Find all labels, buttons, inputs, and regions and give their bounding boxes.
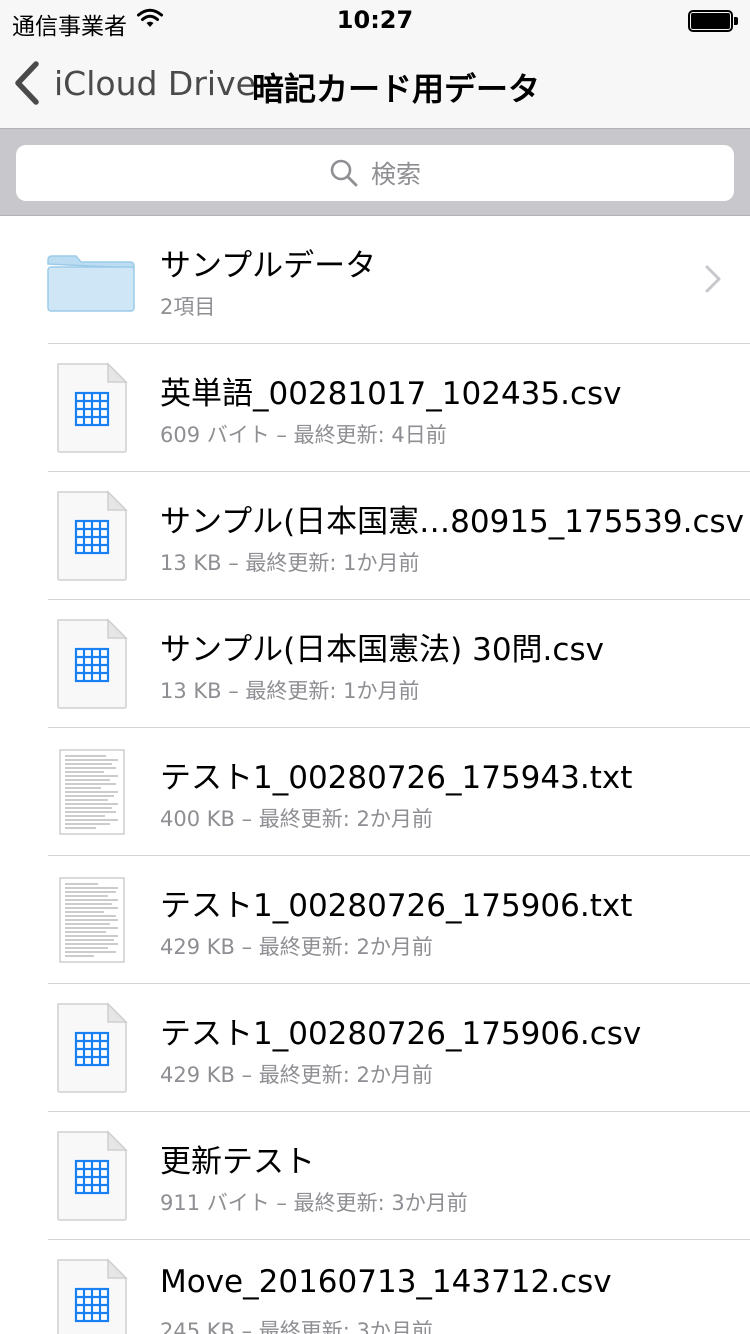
item-meta: 609 バイト – 最終更新: 4日前	[160, 423, 447, 447]
item-meta: 911 バイト – 最終更新: 3か月前	[160, 1191, 468, 1215]
item-meta: 429 KB – 最終更新: 2か月前	[160, 1063, 433, 1087]
page-title: 暗記カード用データ	[252, 70, 541, 108]
list-item-file[interactable]: サンプル(日本国憲法) 30問.csv 13 KB – 最終更新: 1か月前	[0, 600, 750, 728]
list-item-file[interactable]: 更新テスト 911 バイト – 最終更新: 3か月前	[0, 1112, 750, 1240]
item-meta: 400 KB – 最終更新: 2か月前	[160, 807, 433, 831]
spreadsheet-file-icon	[57, 618, 128, 709]
item-meta: 245 KB – 最終更新: 3か月前	[160, 1319, 433, 1334]
search-input[interactable]: 検索	[16, 145, 734, 201]
status-bar: 通信事業者 10:27	[0, 0, 750, 40]
item-name: テスト1_00280726_175906.csv	[160, 1016, 642, 1052]
spreadsheet-file-icon	[57, 362, 128, 453]
text-file-thumbnail-icon	[59, 877, 125, 963]
text-file-thumbnail-icon	[59, 749, 125, 835]
file-list: サンプルデータ 2項目 英単語_00281017_102435.csv 609 …	[0, 216, 750, 1334]
item-meta: 13 KB – 最終更新: 1か月前	[160, 679, 420, 703]
back-label: iCloud Drive	[54, 63, 256, 103]
list-item-file[interactable]: テスト1_00280726_175906.txt 429 KB – 最終更新: …	[0, 856, 750, 984]
item-meta: 13 KB – 最終更新: 1か月前	[160, 551, 420, 575]
search-bar: 検索	[0, 128, 750, 216]
list-item-folder[interactable]: サンプルデータ 2項目	[0, 216, 750, 344]
screen: 通信事業者 10:27 iCloud Drive 暗記カード用データ 検索 サン…	[0, 0, 750, 1334]
item-meta: 429 KB – 最終更新: 2か月前	[160, 935, 433, 959]
item-name: テスト1_00280726_175906.txt	[160, 888, 633, 924]
spreadsheet-file-icon	[57, 1258, 128, 1334]
battery-icon	[688, 10, 738, 32]
search-placeholder: 検索	[370, 160, 421, 189]
status-time: 10:27	[336, 6, 414, 34]
item-name: サンプル(日本国憲法) 30問.csv	[160, 632, 604, 668]
spreadsheet-file-icon	[57, 490, 128, 581]
search-icon	[330, 159, 358, 187]
chevron-right-icon	[705, 265, 721, 293]
list-item-file[interactable]: テスト1_00280726_175906.csv 429 KB – 最終更新: …	[0, 984, 750, 1112]
item-name: Move_20160713_143712.csv	[160, 1264, 612, 1300]
item-meta: 2項目	[160, 295, 216, 319]
spreadsheet-file-icon	[57, 1130, 128, 1221]
spreadsheet-file-icon	[57, 1002, 128, 1093]
list-item-file[interactable]: テスト1_00280726_175943.txt 400 KB – 最終更新: …	[0, 728, 750, 856]
list-item-file[interactable]: 英単語_00281017_102435.csv 609 バイト – 最終更新: …	[0, 344, 750, 472]
top-bars: 通信事業者 10:27 iCloud Drive 暗記カード用データ	[0, 0, 750, 128]
item-name: テスト1_00280726_175943.txt	[160, 760, 633, 796]
list-item-file[interactable]: サンプル(日本国憲…80915_175539.csv 13 KB – 最終更新:…	[0, 472, 750, 600]
navigation-bar: iCloud Drive 暗記カード用データ	[0, 40, 750, 128]
back-button[interactable]: iCloud Drive	[12, 60, 256, 106]
item-name: 更新テスト	[160, 1144, 315, 1180]
item-name: サンプル(日本国憲…80915_175539.csv	[160, 504, 745, 540]
chevron-left-icon	[15, 61, 39, 105]
list-item-file[interactable]: Move_20160713_143712.csv 245 KB – 最終更新: …	[0, 1240, 750, 1334]
item-name: 英単語_00281017_102435.csv	[160, 376, 622, 412]
folder-icon	[47, 255, 135, 312]
item-name: サンプルデータ	[160, 248, 377, 284]
